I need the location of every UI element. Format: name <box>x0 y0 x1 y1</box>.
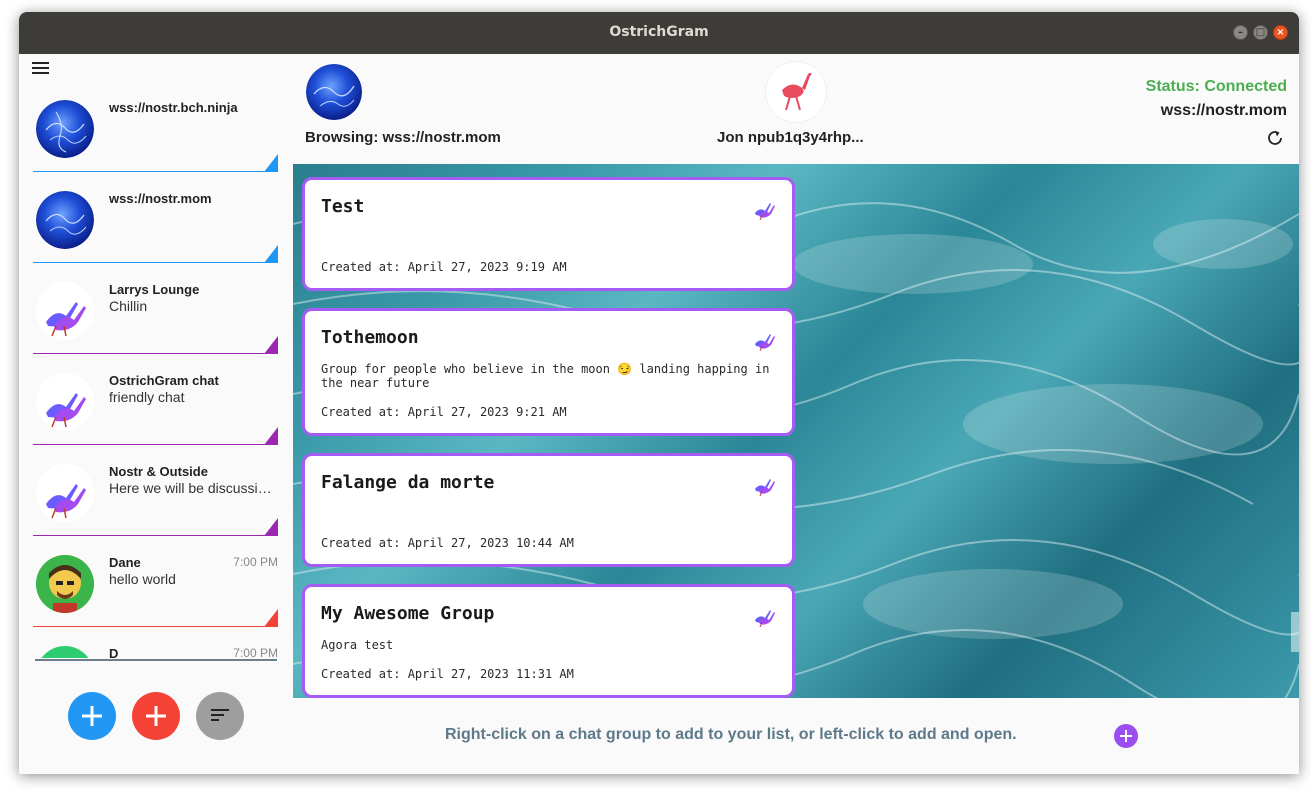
sidebar-contact-item[interactable]: D 7:00 PM <box>33 638 278 658</box>
group-name: Test <box>321 196 365 217</box>
menu-icon[interactable] <box>31 60 51 76</box>
room-underline <box>33 535 278 536</box>
ostrich-icon <box>752 328 776 352</box>
close-button[interactable]: × <box>1273 25 1288 40</box>
sidebar-divider <box>35 659 277 661</box>
sidebar-room-item[interactable]: Nostr & Outside Here we will be discussi… <box>33 456 278 536</box>
group-card[interactable]: Tothemoon Group for people who believe i… <box>302 308 795 436</box>
ostrich-group-avatar <box>36 464 94 522</box>
room-underline <box>33 171 278 172</box>
refresh-icon[interactable] <box>1265 128 1285 148</box>
message-time: 7:00 PM <box>233 646 278 658</box>
plus-icon <box>1120 730 1132 742</box>
sidebar: wss://nostr.bch.ninja wss://nostr.mom La… <box>19 54 293 774</box>
person-avatar <box>36 646 94 658</box>
message-time: 7:00 PM <box>233 555 278 569</box>
add-group-button[interactable] <box>1114 724 1138 748</box>
room-corner <box>264 245 278 263</box>
relay-avatar[interactable] <box>306 64 362 120</box>
add-contact-button[interactable] <box>132 692 180 740</box>
blue-orb-avatar <box>36 191 94 249</box>
room-underline <box>33 353 278 354</box>
room-name: OstrichGram chat <box>109 373 219 388</box>
group-created-at: Created at: April 27, 2023 9:19 AM <box>321 260 567 274</box>
room-corner <box>264 154 278 172</box>
ostrich-icon <box>752 604 776 628</box>
room-name: wss://nostr.mom <box>109 191 212 206</box>
connection-status: Status: Connected <box>1145 78 1287 95</box>
group-list-panel: Test Created at: April 27, 2023 9:19 AM … <box>293 164 1299 698</box>
room-name: wss://nostr.bch.ninja <box>109 100 238 115</box>
relay-url: wss://nostr.mom <box>1160 102 1287 119</box>
app-window: OstrichGram – □ × wss://nostr.bch.ninja … <box>19 12 1299 774</box>
room-subtitle: Here we will be discussing things about … <box>109 480 274 496</box>
person-avatar <box>36 555 94 613</box>
room-name: Larrys Lounge <box>109 282 200 297</box>
room-corner <box>264 427 278 445</box>
room-corner <box>264 609 278 627</box>
sidebar-room-item[interactable]: wss://nostr.bch.ninja <box>33 92 278 172</box>
room-name: Nostr & Outside <box>109 464 208 479</box>
room-underline <box>33 262 278 263</box>
ostrich-icon <box>766 62 826 122</box>
group-name: Falange da morte <box>321 472 495 493</box>
ostrich-icon <box>752 197 776 221</box>
group-card[interactable]: My Awesome Group Agora test Created at: … <box>302 584 795 698</box>
room-underline <box>33 444 278 445</box>
maximize-button[interactable]: □ <box>1253 25 1268 40</box>
sidebar-room-item[interactable]: wss://nostr.mom <box>33 183 278 263</box>
footer: Right-click on a chat group to add to yo… <box>293 698 1299 774</box>
plus-icon <box>82 706 102 726</box>
contact-last-message: hello world <box>109 571 176 587</box>
browsing-label: Browsing: wss://nostr.mom <box>305 129 501 146</box>
sort-button[interactable] <box>196 692 244 740</box>
room-subtitle: Chillin <box>109 298 148 314</box>
ostrich-icon <box>752 473 776 497</box>
header: Browsing: wss://nostr.mom Jon npub1q3y4r… <box>293 54 1299 164</box>
ostrich-group-avatar <box>36 282 94 340</box>
user-avatar[interactable] <box>766 62 826 122</box>
user-name: Jon npub1q3y4rhp... <box>717 129 864 146</box>
minimize-button[interactable]: – <box>1233 25 1248 40</box>
group-created-at: Created at: April 27, 2023 9:21 AM <box>321 405 567 419</box>
sidebar-room-item[interactable]: OstrichGram chat friendly chat <box>33 365 278 445</box>
group-card[interactable]: Falange da morte Created at: April 27, 2… <box>302 453 795 567</box>
ostrich-group-avatar <box>36 373 94 431</box>
window-title: OstrichGram <box>609 24 709 40</box>
sidebar-room-item[interactable]: Larrys Lounge Chillin <box>33 274 278 354</box>
group-description: Agora test <box>321 638 394 652</box>
sidebar-contact-item[interactable]: Dane hello world 7:00 PM <box>33 547 278 627</box>
group-name: My Awesome Group <box>321 603 495 624</box>
scrollbar[interactable] <box>1291 612 1299 652</box>
room-underline <box>33 626 278 627</box>
group-card[interactable]: Test Created at: April 27, 2023 9:19 AM <box>302 177 795 291</box>
add-relay-button[interactable] <box>68 692 116 740</box>
group-name: Tothemoon <box>321 327 419 348</box>
plus-icon <box>146 706 166 726</box>
group-description: Group for people who believe in the moon… <box>321 362 770 390</box>
blue-orb-avatar <box>36 100 94 158</box>
help-text: Right-click on a chat group to add to yo… <box>445 726 1017 743</box>
sort-icon <box>211 709 229 721</box>
room-corner <box>264 336 278 354</box>
room-subtitle: friendly chat <box>109 389 185 405</box>
title-bar: OstrichGram – □ × <box>19 12 1299 54</box>
room-corner <box>264 518 278 536</box>
group-created-at: Created at: April 27, 2023 11:31 AM <box>321 667 574 681</box>
group-created-at: Created at: April 27, 2023 10:44 AM <box>321 536 574 550</box>
